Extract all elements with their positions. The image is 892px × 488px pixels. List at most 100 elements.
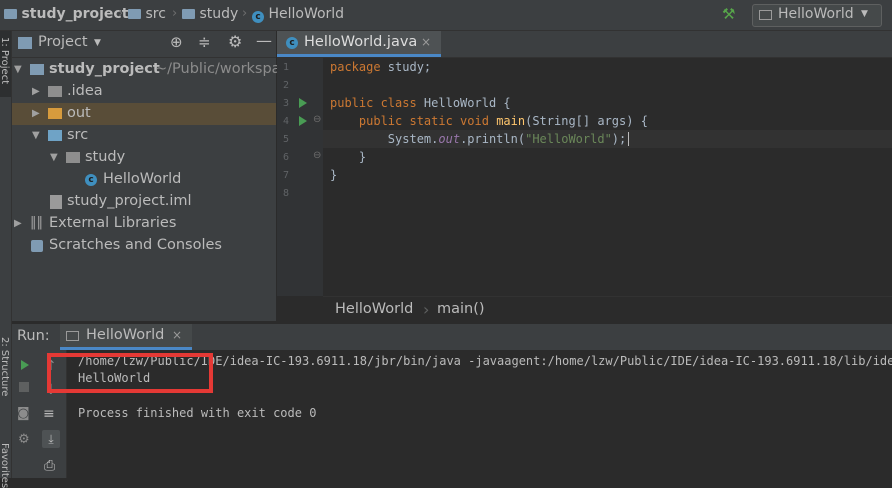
- chevron-right-icon: ▶: [32, 108, 40, 119]
- close-icon[interactable]: ×: [172, 328, 182, 342]
- settings-icon[interactable]: ⚙: [18, 432, 30, 447]
- tree-item-study[interactable]: ▼ study: [12, 147, 276, 169]
- tree-item-out[interactable]: ▶ out: [12, 103, 276, 125]
- line-number: 1: [283, 62, 290, 73]
- chevron-right-icon: ›: [423, 300, 430, 319]
- stop-icon[interactable]: [19, 382, 29, 392]
- run-toolbar: ◙ ⚙: [12, 350, 38, 478]
- breadcrumb-study[interactable]: study: [182, 6, 238, 22]
- tree-item-label: HelloWorld: [103, 171, 182, 187]
- breadcrumb-src[interactable]: src: [128, 6, 166, 22]
- soft-wrap-icon[interactable]: ≡: [43, 406, 55, 422]
- code-editor[interactable]: package study; public class HelloWorld {…: [323, 58, 892, 296]
- code-line-7: }: [330, 168, 338, 182]
- module-folder-icon: [30, 64, 44, 75]
- tree-item-external-libraries[interactable]: ▶ ‖‖ External Libraries: [12, 213, 276, 235]
- run-panel-header: Run: HelloWorld ×: [12, 323, 892, 350]
- run-tab-helloworld[interactable]: HelloWorld ×: [60, 324, 192, 350]
- text-cursor: [628, 132, 637, 146]
- package-icon: [66, 152, 80, 163]
- rerun-icon[interactable]: [21, 360, 29, 370]
- application-icon: [66, 331, 79, 341]
- tree-item-scratches[interactable]: Scratches and Consoles: [12, 235, 276, 257]
- locate-icon[interactable]: ⊕: [170, 33, 183, 51]
- tab-helloworld-java[interactable]: c HelloWorld.java ×: [277, 31, 441, 57]
- chevron-right-icon: ▶: [32, 86, 40, 97]
- tree-item-label: study_project.iml: [67, 193, 192, 209]
- window-icon: [18, 37, 32, 49]
- tree-item-label: External Libraries: [49, 215, 177, 231]
- breadcrumb-class[interactable]: c HelloWorld: [252, 6, 344, 23]
- chevron-right-icon: ›: [242, 6, 248, 21]
- fold-icon[interactable]: ⊖: [313, 114, 321, 125]
- print-icon[interactable]: ⎙: [44, 458, 55, 474]
- project-tool-tab[interactable]: 1: Project: [0, 31, 11, 97]
- project-panel: Project ▼ ⊕ ≑ ⚙ — ▼ study_project ~/Publ…: [12, 31, 281, 321]
- line-number: 3: [283, 98, 290, 109]
- excluded-folder-icon: [48, 108, 62, 119]
- tree-item-label: Scratches and Consoles: [49, 237, 222, 253]
- highlight-box: [47, 353, 213, 393]
- code-line-3: public class HelloWorld {: [330, 96, 511, 110]
- folder-icon: [4, 9, 17, 19]
- editor-crumb-class[interactable]: HelloWorld: [335, 301, 413, 317]
- class-icon: c: [85, 174, 97, 186]
- tree-item-path: ~/Public/workspa: [155, 61, 281, 77]
- project-panel-header: Project ▼ ⊕ ≑ ⚙ —: [12, 31, 276, 58]
- code-line-1: package study;: [330, 60, 432, 74]
- editor-crumb-method[interactable]: main(): [437, 301, 485, 317]
- library-icon: ‖‖: [30, 215, 43, 230]
- tree-item-iml[interactable]: study_project.iml: [12, 191, 276, 213]
- module-file-icon: [50, 195, 62, 209]
- tree-item-idea[interactable]: ▶ .idea: [12, 81, 276, 103]
- source-folder-icon: [48, 130, 62, 141]
- navigation-bar: study_project › src › study › c HelloWor…: [0, 0, 892, 31]
- editor-tab-bar: c HelloWorld.java ×: [277, 31, 892, 58]
- camera-icon[interactable]: ◙: [17, 406, 30, 421]
- line-number: 2: [283, 80, 290, 91]
- editor-breadcrumb: HelloWorld › main(): [323, 296, 892, 323]
- tab-label: HelloWorld.java: [304, 34, 418, 50]
- hide-icon[interactable]: —: [256, 31, 272, 50]
- chevron-right-icon: ›: [118, 6, 124, 21]
- package-icon: [182, 9, 195, 19]
- breadcrumb-src-label: src: [145, 6, 166, 22]
- line-number: 6: [283, 152, 290, 163]
- run-config-select[interactable]: HelloWorld ▼: [752, 4, 882, 27]
- run-gutter-icon[interactable]: [299, 116, 307, 126]
- run-tab-label: HelloWorld: [86, 327, 165, 343]
- breadcrumb-project[interactable]: study_project: [4, 6, 128, 22]
- tree-item-src[interactable]: ▼ src: [12, 125, 276, 147]
- breadcrumb-project-label: study_project: [21, 6, 129, 22]
- left-tool-strip: 1: Project 2: Structure Favorites: [0, 31, 12, 488]
- scroll-to-end-icon[interactable]: ⤓: [42, 430, 60, 448]
- console-line: Process finished with exit code 0: [78, 406, 317, 420]
- tree-item-label: out: [67, 105, 91, 121]
- run-gutter-icon[interactable]: [299, 98, 307, 108]
- chevron-right-icon: ›: [172, 6, 178, 21]
- tree-item-label: src: [67, 127, 89, 143]
- tree-item-helloworld[interactable]: c HelloWorld: [12, 169, 276, 191]
- chevron-right-icon: ▶: [14, 218, 22, 229]
- chevron-down-icon: ▼: [32, 130, 40, 141]
- tree-item-label: study: [85, 149, 126, 165]
- code-line-4: public static void main(String[] args) {: [358, 114, 648, 128]
- collapse-all-icon[interactable]: ≑: [198, 33, 211, 51]
- project-tool-label: 1: Project: [0, 37, 10, 85]
- gear-icon[interactable]: ⚙: [228, 32, 242, 51]
- favorites-tool-label[interactable]: Favorites: [0, 443, 10, 488]
- structure-tool-label[interactable]: 2: Structure: [0, 337, 10, 396]
- line-number: 4: [283, 116, 290, 127]
- tree-item-study-project[interactable]: ▼ study_project ~/Public/workspa: [12, 59, 281, 81]
- fold-icon[interactable]: ⊖: [313, 150, 321, 161]
- code-line-5: System.out.println("HelloWorld");: [330, 132, 637, 146]
- class-icon: c: [252, 11, 264, 23]
- scratches-icon: [31, 240, 43, 252]
- project-view-title[interactable]: Project: [38, 34, 88, 50]
- close-icon[interactable]: ×: [421, 35, 431, 49]
- build-hammer-icon[interactable]: ⚒: [722, 5, 735, 23]
- breadcrumb-class-label: HelloWorld: [268, 6, 345, 22]
- folder-icon: [48, 86, 62, 97]
- chevron-down-icon[interactable]: ▼: [94, 38, 101, 48]
- line-number: 5: [283, 134, 290, 145]
